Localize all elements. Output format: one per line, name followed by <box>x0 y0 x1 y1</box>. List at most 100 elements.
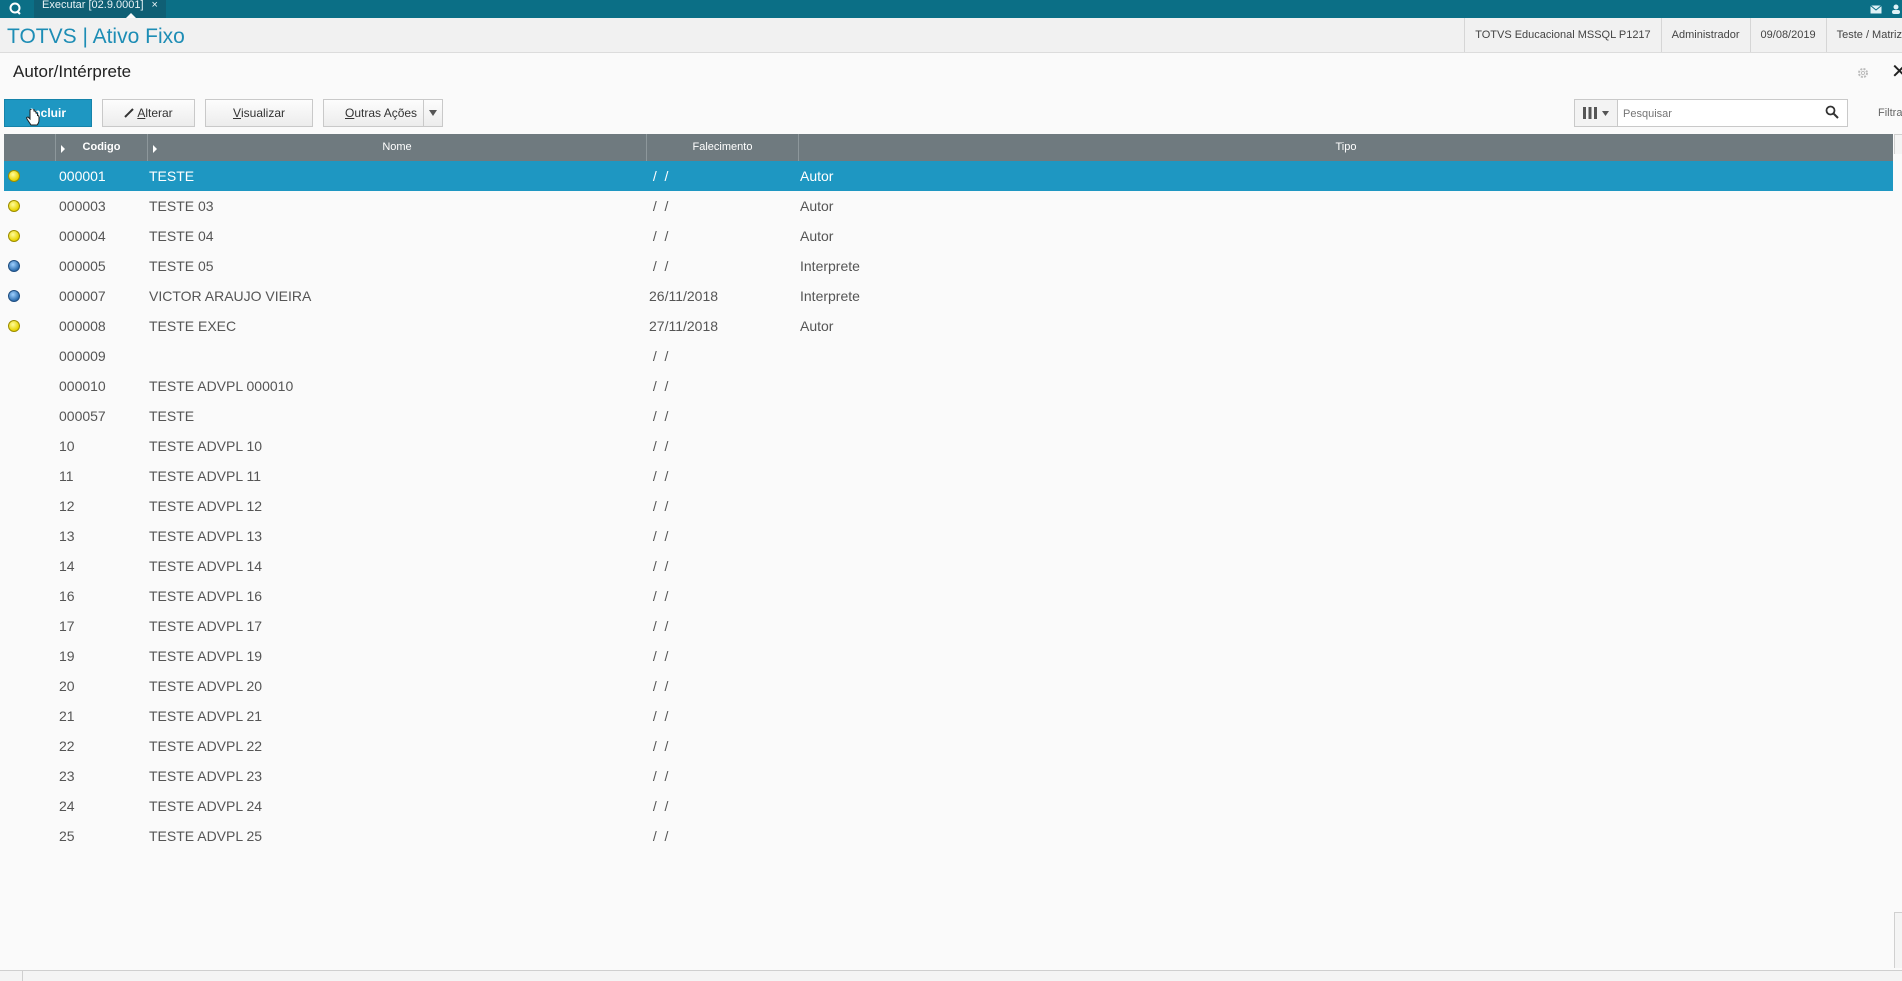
app-header: TOTVS | Ativo Fixo TOTVS Educacional MSS… <box>0 18 1902 53</box>
tab-close-icon[interactable]: × <box>152 0 158 11</box>
cell-codigo: 20 <box>59 678 75 694</box>
table-row[interactable]: 19 TESTE ADVPL 19 / / <box>4 641 1893 671</box>
table-row[interactable]: 24 TESTE ADVPL 24 / / <box>4 791 1893 821</box>
cell-falecimento: / / <box>649 618 669 634</box>
table-row[interactable]: 14 TESTE ADVPL 14 / / <box>4 551 1893 581</box>
cell-falecimento: / / <box>649 228 669 244</box>
branch-label[interactable]: Teste / Matriz <box>1825 18 1902 52</box>
table-row[interactable]: 22 TESTE ADVPL 22 / / <box>4 731 1893 761</box>
search-box <box>1574 99 1848 127</box>
table-row[interactable]: 17 TESTE ADVPL 17 / / <box>4 611 1893 641</box>
table-row[interactable]: 000007 VICTOR ARAUJO VIEIRA 26/11/2018 Inte… <box>4 281 1893 311</box>
close-icon[interactable]: ✕ <box>1891 62 1902 82</box>
mail-icon[interactable] <box>1862 0 1890 18</box>
cell-codigo: 25 <box>59 828 75 844</box>
column-header-nome-label: Nome <box>382 141 412 153</box>
table-row[interactable]: 23 TESTE ADVPL 23 / / <box>4 761 1893 791</box>
cell-nome: TESTE ADVPL 17 <box>149 618 263 634</box>
cell-nome: TESTE ADVPL 13 <box>149 528 263 544</box>
cell-falecimento: / / <box>649 438 669 454</box>
cell-falecimento: / / <box>649 198 669 214</box>
cell-tipo: Interprete <box>800 288 860 304</box>
cell-codigo: 000009 <box>59 348 106 364</box>
cell-codigo: 000005 <box>59 258 106 274</box>
visualizar-mnemonic: V <box>232 106 241 120</box>
cell-tipo: Autor <box>800 168 834 184</box>
date-label[interactable]: 09/08/2019 <box>1749 18 1826 52</box>
dropdown-arrow-icon[interactable] <box>423 100 442 126</box>
cell-nome: TESTE ADVPL 24 <box>149 798 263 814</box>
cell-tipo: Autor <box>800 198 834 214</box>
cell-codigo: 000003 <box>59 198 106 214</box>
column-header-nome[interactable]: Nome <box>148 134 647 161</box>
cell-falecimento: / / <box>649 828 669 844</box>
user-label[interactable]: Administrador <box>1660 18 1750 52</box>
cell-falecimento: / / <box>649 348 669 364</box>
table-row[interactable]: 000003 TESTE 03 / / Autor <box>4 191 1893 221</box>
table-row[interactable]: 000005 TESTE 05 / / Interprete <box>4 251 1893 281</box>
status-column-header <box>4 134 56 161</box>
table-row[interactable]: 000004 TESTE 04 / / Autor <box>4 221 1893 251</box>
cell-nome: TESTE ADVPL 23 <box>149 768 263 784</box>
table-row[interactable]: 000001 TESTE / / Autor <box>4 161 1893 191</box>
table-row[interactable]: 20 TESTE ADVPL 20 / / <box>4 671 1893 701</box>
cell-codigo: 22 <box>59 738 75 754</box>
table-row[interactable]: 13 TESTE ADVPL 13 / / <box>4 521 1893 551</box>
cell-nome: TESTE ADVPL 20 <box>149 678 263 694</box>
table-row[interactable]: 11 TESTE ADVPL 11 / / <box>4 461 1893 491</box>
cell-codigo: 000001 <box>59 168 106 184</box>
tab-label: Executar [02.9.0001] <box>42 0 144 11</box>
incluir-button[interactable]: Incluir <box>4 99 92 127</box>
table-row[interactable]: 16 TESTE ADVPL 16 / / <box>4 581 1893 611</box>
columns-selector[interactable] <box>1575 100 1618 126</box>
visualizar-button[interactable]: Visualizar <box>205 99 313 127</box>
cell-falecimento: 26/11/2018 <box>649 288 719 304</box>
cell-nome: TESTE ADVPL 11 <box>149 468 262 484</box>
cell-falecimento: / / <box>649 468 669 484</box>
filter-link[interactable]: Filtrar <box>1878 107 1902 119</box>
cell-falecimento: / / <box>649 768 669 784</box>
cell-falecimento: / / <box>649 498 669 514</box>
cell-nome: TESTE ADVPL 12 <box>149 498 263 514</box>
column-header-tipo[interactable]: Tipo <box>799 134 1893 161</box>
table-row[interactable]: 000009 / / <box>4 341 1893 371</box>
table-row[interactable]: 000010 TESTE ADVPL 000010 / / <box>4 371 1893 401</box>
column-header-codigo-label: Codigo <box>82 141 121 153</box>
table-row[interactable]: 21 TESTE ADVPL 21 / / <box>4 701 1893 731</box>
cell-codigo: 000057 <box>59 408 106 424</box>
session-info: TOTVS Educacional MSSQL P1217 Administra… <box>1464 18 1902 52</box>
table-row[interactable]: 25 TESTE ADVPL 25 / / <box>4 821 1893 851</box>
sort-arrow-icon <box>153 145 157 153</box>
cell-falecimento: / / <box>649 738 669 754</box>
column-header-codigo[interactable]: Codigo <box>56 134 148 161</box>
totvs-logo-icon[interactable] <box>0 0 30 18</box>
table-row[interactable]: 10 TESTE ADVPL 10 / / <box>4 431 1893 461</box>
cell-nome: VICTOR ARAUJO VIEIRA <box>149 288 312 304</box>
tab-executar[interactable]: Executar [02.9.0001] × <box>34 0 166 18</box>
cell-codigo: 10 <box>59 438 75 454</box>
cell-codigo: 14 <box>59 558 75 574</box>
user-icon[interactable] <box>1890 0 1902 18</box>
cell-codigo: 000004 <box>59 228 106 244</box>
cell-nome: TESTE ADVPL 22 <box>149 738 263 754</box>
table-row[interactable]: 000008 TESTE EXEC 27/11/2018 Autor <box>4 311 1893 341</box>
gear-icon[interactable] <box>1856 66 1870 85</box>
cell-falecimento: / / <box>649 798 669 814</box>
status-blue-icon <box>8 290 20 302</box>
table-row[interactable]: 12 TESTE ADVPL 12 / / <box>4 491 1893 521</box>
cell-codigo: 24 <box>59 798 75 814</box>
environment-label[interactable]: TOTVS Educacional MSSQL P1217 <box>1464 18 1660 52</box>
search-icon[interactable] <box>1825 105 1839 119</box>
status-yellow-icon <box>8 200 20 212</box>
outras-acoes-button[interactable]: Outras Ações <box>323 99 443 127</box>
scrollbar-bottom[interactable] <box>1894 912 1902 968</box>
search-input[interactable] <box>1621 103 1815 125</box>
table-row[interactable]: 000057 TESTE / / <box>4 401 1893 431</box>
column-header-falecimento[interactable]: Falecimento <box>647 134 799 161</box>
alterar-button[interactable]: Alterar <box>102 99 195 127</box>
visualizar-label: isualizar <box>241 106 286 120</box>
cell-codigo: 11 <box>59 468 74 484</box>
scrollbar-top[interactable] <box>1894 134 1902 154</box>
cell-falecimento: / / <box>649 378 669 394</box>
browse-grid: Codigo Nome Falecimento Tipo 000001 TESTE… <box>4 134 1893 970</box>
